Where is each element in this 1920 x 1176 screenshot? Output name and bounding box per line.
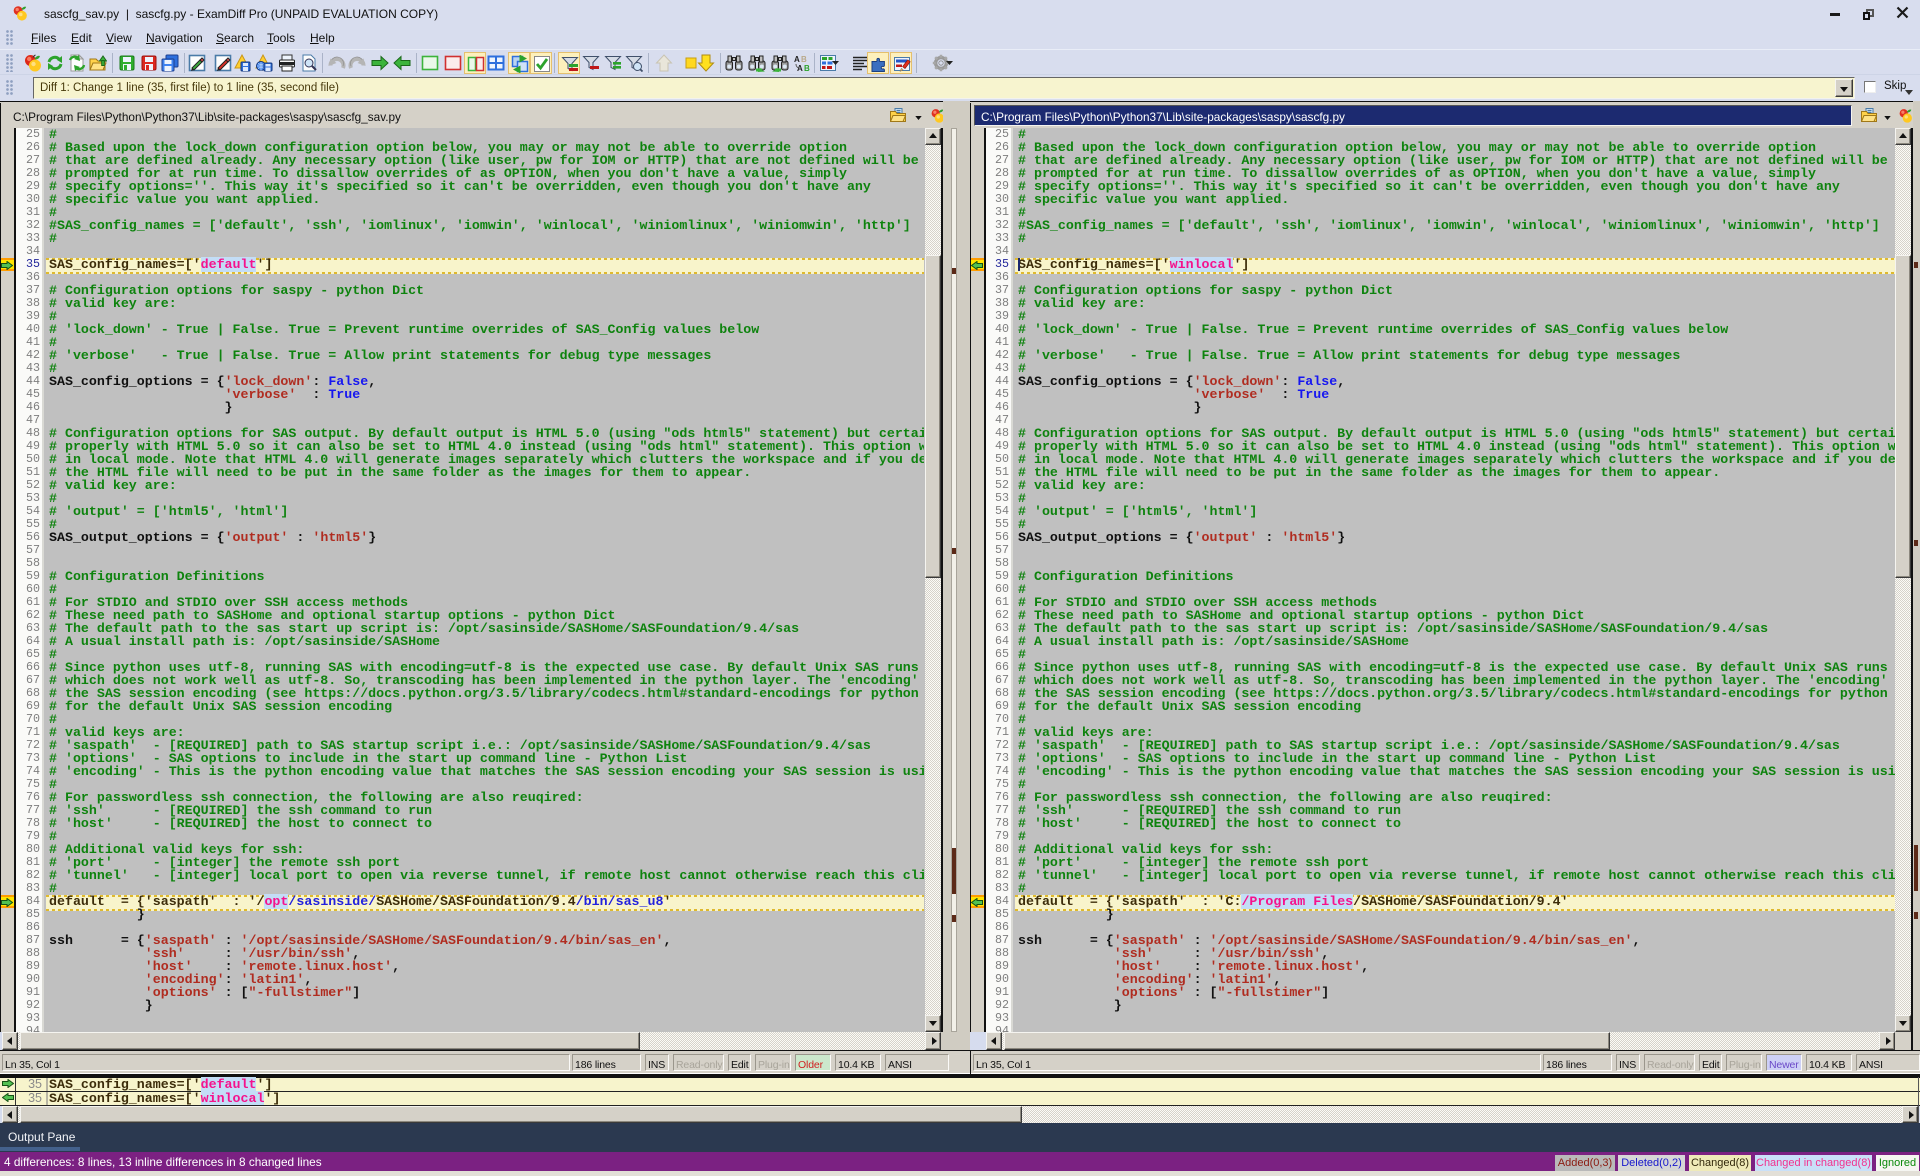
svg-text:B: B — [801, 55, 807, 64]
svg-text:A: A — [794, 55, 800, 64]
svg-text:B: B — [804, 64, 810, 72]
